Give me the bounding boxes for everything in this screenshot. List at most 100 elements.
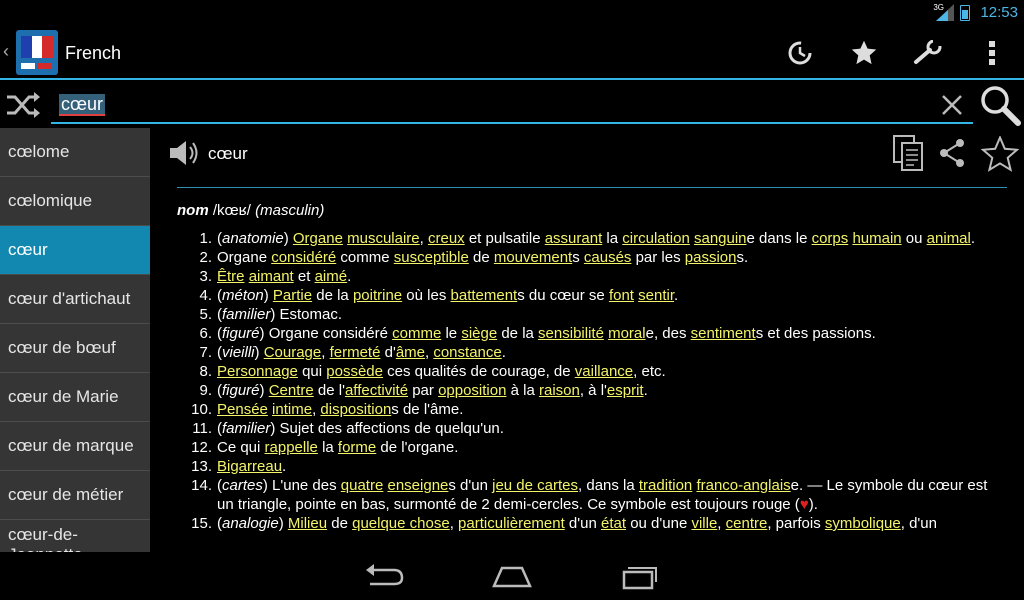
overflow-menu-icon: [989, 41, 995, 65]
app-flag-icon[interactable]: [16, 30, 58, 75]
definition-text: s: [572, 249, 584, 266]
definition-link[interactable]: passion: [685, 249, 737, 266]
usage-label: anatomie: [222, 230, 284, 247]
definition-link[interactable]: symbolique: [825, 515, 901, 532]
definition-link[interactable]: battement: [451, 287, 518, 304]
definition-text: la: [602, 230, 623, 247]
definition-link[interactable]: Être: [217, 268, 245, 285]
definition-text: ): [263, 287, 273, 304]
definition-link[interactable]: considéré: [271, 249, 336, 266]
definition-link[interactable]: enseigne: [388, 477, 449, 494]
definition-link[interactable]: jeu de cartes: [492, 477, 578, 494]
word-list-item[interactable]: cœur: [0, 226, 150, 275]
definition-link[interactable]: constance: [433, 344, 501, 361]
definition-text: ,: [717, 515, 726, 532]
definition-text: et pulsatile: [464, 230, 545, 247]
definition-link[interactable]: tradition: [639, 477, 692, 494]
definition-link[interactable]: Centre: [269, 382, 314, 399]
definition-link[interactable]: rappelle: [265, 439, 318, 456]
recents-icon[interactable]: [618, 560, 662, 592]
definition-link[interactable]: aimant: [249, 268, 294, 285]
back-icon[interactable]: [362, 560, 406, 592]
definition-link[interactable]: sentiment: [691, 325, 756, 342]
definition-link[interactable]: mouvement: [494, 249, 572, 266]
definition-link[interactable]: forme: [338, 439, 376, 456]
definition-item: 10. Pensée intime, dispositions de l'âme.: [186, 400, 1006, 419]
search-input[interactable]: cœur: [51, 88, 973, 124]
definition-link[interactable]: sentir: [638, 287, 674, 304]
definition-number: 15.: [191, 515, 212, 532]
definition-link[interactable]: centre: [726, 515, 768, 532]
settings-button[interactable]: [908, 35, 948, 71]
search-icon[interactable]: [978, 84, 1022, 126]
word-list-item[interactable]: cœur de marque: [0, 422, 150, 471]
definition-link[interactable]: Bigarreau: [217, 458, 282, 475]
definition-link[interactable]: disposition: [320, 401, 391, 418]
definition-link[interactable]: vaillance: [575, 363, 633, 380]
definition-link[interactable]: quatre: [341, 477, 384, 494]
definition-link[interactable]: creux: [428, 230, 465, 247]
search-input-value[interactable]: cœur: [59, 94, 105, 116]
definition-link[interactable]: âme: [396, 344, 425, 361]
word-list-item[interactable]: cœur de bœuf: [0, 324, 150, 373]
definition-link[interactable]: état: [601, 515, 626, 532]
definition-link[interactable]: affectivité: [345, 382, 408, 399]
definition-link[interactable]: particulièrement: [458, 515, 565, 532]
definition-text: d': [380, 344, 396, 361]
definition-item: 3. Être aimant et aimé.: [186, 267, 1006, 286]
definition-link[interactable]: Milieu: [288, 515, 327, 532]
history-button[interactable]: [780, 35, 820, 71]
word-list-item[interactable]: cœur-de-Jeannette: [0, 520, 150, 552]
home-icon[interactable]: [490, 560, 534, 592]
definition-text: Ce qui: [217, 439, 265, 456]
definition-link[interactable]: Organe: [293, 230, 343, 247]
definition-link[interactable]: Pensée: [217, 401, 268, 418]
action-bar: ‹ French: [0, 25, 1024, 80]
definition-link[interactable]: Personnage: [217, 363, 298, 380]
definition-link[interactable]: ville: [691, 515, 717, 532]
definition-link[interactable]: sanguin: [694, 230, 747, 247]
definition-link[interactable]: moral: [608, 325, 646, 342]
definition-link[interactable]: intime: [272, 401, 312, 418]
definition-link[interactable]: susceptible: [394, 249, 469, 266]
definition-link[interactable]: font: [609, 287, 634, 304]
signal-icon: [936, 4, 954, 21]
definition-link[interactable]: aimé: [315, 268, 348, 285]
definition-text: ) Sujet des affections de quelqu'un.: [270, 420, 504, 437]
definition-link[interactable]: quelque chose: [352, 515, 450, 532]
definition-link[interactable]: corps: [812, 230, 849, 247]
definition-link[interactable]: opposition: [438, 382, 506, 399]
favorites-button[interactable]: [844, 35, 884, 71]
word-list-item[interactable]: cœlome: [0, 128, 150, 177]
shuffle-icon[interactable]: [5, 90, 41, 120]
definition-item: 14. (cartes) L'une des quatre enseignes d…: [186, 476, 1006, 514]
share-icon[interactable]: [938, 138, 966, 168]
copy-icon[interactable]: [892, 134, 924, 172]
definition-link[interactable]: causés: [584, 249, 632, 266]
clear-icon[interactable]: [939, 92, 965, 118]
definition-link[interactable]: circulation: [622, 230, 690, 247]
definition-link[interactable]: animal: [927, 230, 971, 247]
word-list-item[interactable]: cœur de métier: [0, 471, 150, 520]
definition-link[interactable]: comme: [392, 325, 441, 342]
speaker-icon[interactable]: [168, 138, 200, 168]
definition-link[interactable]: fermeté: [330, 344, 381, 361]
definition-link[interactable]: poitrine: [353, 287, 402, 304]
up-arrow-icon[interactable]: ‹: [3, 41, 9, 62]
definition-link[interactable]: esprit: [607, 382, 644, 399]
definition-link[interactable]: raison: [539, 382, 580, 399]
favorite-star-icon[interactable]: [980, 136, 1020, 172]
definition-link[interactable]: sensibilité: [538, 325, 604, 342]
definition-link[interactable]: Partie: [273, 287, 312, 304]
word-list-item[interactable]: cœur de Marie: [0, 373, 150, 422]
word-list-item[interactable]: cœur d'artichaut: [0, 275, 150, 324]
definition-link[interactable]: humain: [852, 230, 901, 247]
definition-link[interactable]: Courage: [264, 344, 322, 361]
overflow-menu-button[interactable]: [972, 35, 1012, 71]
definition-link[interactable]: siège: [461, 325, 497, 342]
definition-link[interactable]: assurant: [545, 230, 603, 247]
definition-link[interactable]: franco-anglais: [696, 477, 790, 494]
definition-link[interactable]: musculaire: [347, 230, 420, 247]
word-list-item[interactable]: cœlomique: [0, 177, 150, 226]
definition-link[interactable]: possède: [326, 363, 383, 380]
